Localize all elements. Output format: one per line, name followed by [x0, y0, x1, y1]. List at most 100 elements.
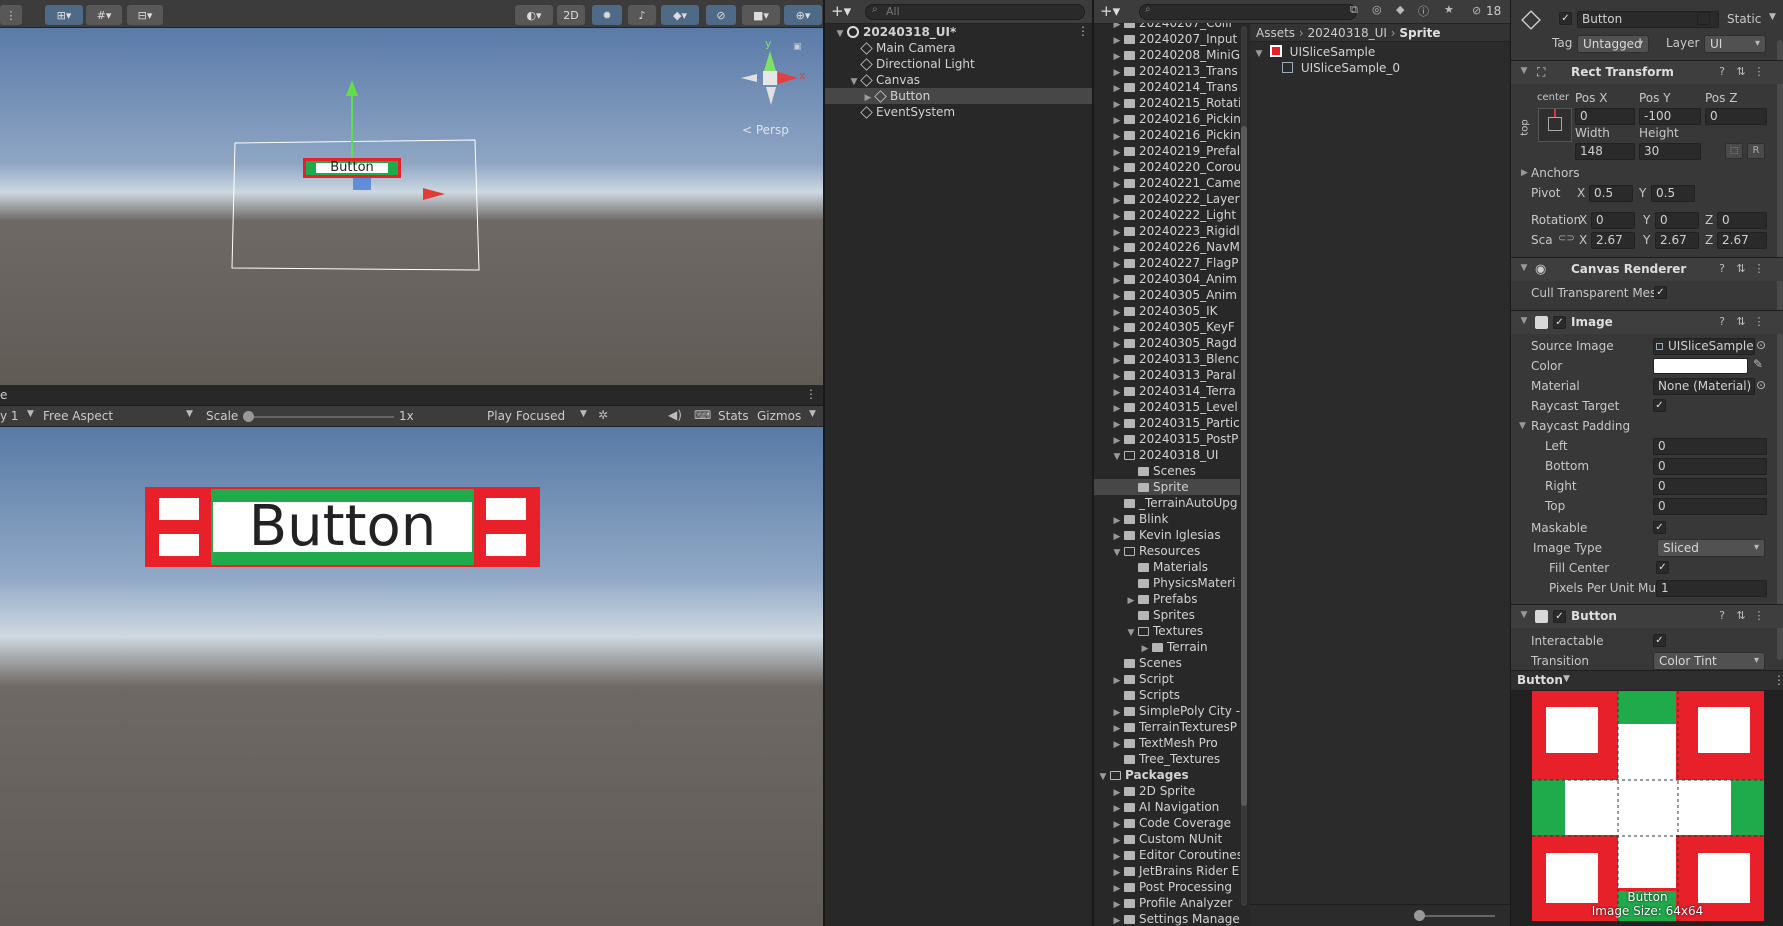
preview-title-dropdown[interactable]: Button: [1517, 673, 1563, 687]
fold-arrow-icon[interactable]: ▶: [1112, 225, 1122, 239]
help-icon[interactable]: ?: [1716, 610, 1728, 622]
interactable-checkbox[interactable]: ✓: [1653, 634, 1666, 647]
button-enabled-checkbox[interactable]: ✓: [1553, 610, 1566, 623]
rotation-x-field[interactable]: 0: [1591, 212, 1635, 229]
fold-arrow-icon[interactable]: ▶: [1112, 33, 1122, 47]
rotation-z-field[interactable]: 0: [1717, 212, 1767, 229]
scale-y-field[interactable]: 2.67: [1655, 232, 1699, 249]
fold-arrow-icon[interactable]: ▶: [1112, 193, 1122, 207]
fold-arrow-icon[interactable]: ▶: [1112, 321, 1122, 335]
project-folder-item[interactable]: ▶ 20240215_Rotati: [1094, 95, 1240, 111]
gizmos-arrow-icon[interactable]: ▼: [809, 409, 816, 419]
fold-arrow-icon[interactable]: ▶: [1112, 65, 1122, 79]
fold-arrow-icon[interactable]: ▶: [1112, 913, 1122, 926]
filter-label-icon[interactable]: ◆: [1396, 3, 1404, 16]
hierarchy-add-icon[interactable]: +▾: [831, 2, 851, 20]
fold-arrow-icon[interactable]: ▶: [1112, 353, 1122, 367]
fold-arrow-icon[interactable]: ▶: [1112, 401, 1122, 415]
padding-top-field[interactable]: 0: [1653, 498, 1767, 515]
fold-arrow-icon[interactable]: ▶: [1112, 129, 1122, 143]
project-folder-item[interactable]: ▶ Script: [1094, 671, 1240, 687]
component-menu-icon[interactable]: ⋮: [1753, 316, 1765, 328]
fold-arrow-icon[interactable]: ▼: [1519, 66, 1529, 76]
project-folder-item[interactable]: ▶ 20240216_Pickin: [1094, 127, 1240, 143]
project-folder-item[interactable]: Tree_Textures: [1094, 751, 1240, 767]
fold-arrow-icon[interactable]: ▶: [1112, 385, 1122, 399]
project-folder-item[interactable]: ▶ 20240304_Anim: [1094, 271, 1240, 287]
fold-arrow-icon[interactable]: ▼: [1519, 316, 1529, 326]
project-folder-item[interactable]: Scenes: [1094, 463, 1240, 479]
project-folder-item[interactable]: Scenes: [1094, 655, 1240, 671]
pixels-per-unit-field[interactable]: 1: [1656, 580, 1767, 597]
play-focused-arrow-icon[interactable]: ▼: [580, 409, 587, 419]
anchors-fold-icon[interactable]: ▶: [1521, 168, 1528, 178]
search-window-icon[interactable]: ⧉: [1350, 3, 1358, 17]
project-folder-item[interactable]: ▶ Code Coverage: [1094, 815, 1240, 831]
blueprint-mode-icon[interactable]: ⬚: [1725, 143, 1743, 159]
fold-arrow-icon[interactable]: ▶: [1112, 369, 1122, 383]
project-add-icon[interactable]: +▾: [1100, 2, 1120, 20]
image-type-dropdown[interactable]: Sliced: [1657, 539, 1765, 557]
padding-bottom-field[interactable]: 0: [1653, 458, 1767, 475]
fold-arrow-icon[interactable]: ▶: [1112, 433, 1122, 447]
fold-arrow-icon[interactable]: ▶: [1112, 337, 1122, 351]
pivot-x-field[interactable]: 0.5: [1589, 185, 1633, 202]
pos-z-field[interactable]: 0: [1705, 108, 1767, 125]
project-folder-item[interactable]: ▶ 20240305_Anim: [1094, 287, 1240, 303]
hierarchy-item[interactable]: ▼ Canvas: [825, 72, 1092, 88]
project-folder-item[interactable]: ▶ 20240313_Blenc: [1094, 351, 1240, 367]
fold-arrow-icon[interactable]: ▶: [1112, 145, 1122, 159]
project-folder-item[interactable]: ▼ Packages: [1094, 767, 1240, 783]
scene-viewport[interactable]: Button y x ▣ < Persp: [0, 28, 823, 385]
fold-arrow-icon[interactable]: ▼: [1112, 449, 1122, 463]
source-image-field[interactable]: UISliceSample: [1653, 338, 1755, 355]
shading-mode-button[interactable]: ◐▾: [515, 5, 553, 25]
fold-arrow-icon[interactable]: ▶: [1112, 513, 1122, 527]
fold-arrow-icon[interactable]: ▼: [1254, 46, 1264, 60]
maskable-checkbox[interactable]: ✓: [1653, 521, 1666, 534]
fold-arrow-icon[interactable]: ▶: [1112, 81, 1122, 95]
project-folder-item[interactable]: ▶ 20240223_Rigidl: [1094, 223, 1240, 239]
scale-slider-track[interactable]: [247, 416, 394, 418]
scene-button-sprite[interactable]: Button: [303, 158, 401, 178]
project-folder-item[interactable]: ▶ 20240208_MiniG: [1094, 47, 1240, 63]
hierarchy-item[interactable]: ▶ Button: [825, 88, 1092, 104]
project-folder-item[interactable]: ▶ 2D Sprite: [1094, 783, 1240, 799]
fold-arrow-icon[interactable]: ▼: [1519, 263, 1529, 273]
gizmos-toggle-icon[interactable]: ⊕▾: [784, 5, 822, 25]
mode-2d-button[interactable]: 2D: [557, 5, 585, 25]
fold-arrow-icon[interactable]: ▼: [835, 26, 845, 40]
project-folder-item[interactable]: _TerrainAutoUpg: [1094, 495, 1240, 511]
width-field[interactable]: 148: [1575, 143, 1635, 160]
project-folder-item[interactable]: ▶ Terrain: [1094, 639, 1240, 655]
fold-arrow-icon[interactable]: ▶: [1112, 897, 1122, 911]
image-component-header[interactable]: ▼ ✓ Image ? ⇅ ⋮: [1511, 310, 1783, 334]
fold-arrow-icon[interactable]: ▶: [1112, 785, 1122, 799]
fold-arrow-icon[interactable]: ▶: [1112, 529, 1122, 543]
project-folder-item[interactable]: ▶ Prefabs: [1094, 591, 1240, 607]
display-dropdown-arrow-icon[interactable]: ▼: [27, 409, 34, 419]
breadcrumb-folder[interactable]: 20240318_UI: [1308, 26, 1387, 40]
asset-item[interactable]: ▼ UISliceSample: [1250, 44, 1511, 60]
fold-arrow-icon[interactable]: ▶: [863, 90, 873, 104]
anchors-label[interactable]: Anchors: [1531, 166, 1580, 180]
game-tab[interactable]: e: [0, 388, 7, 402]
hidden-objects-icon[interactable]: ⊘: [706, 5, 736, 25]
raycast-target-checkbox[interactable]: ✓: [1653, 399, 1666, 412]
component-menu-icon[interactable]: ⋮: [1753, 610, 1765, 622]
project-folder-item[interactable]: ▶ 20240219_Prefal: [1094, 143, 1240, 159]
fold-arrow-icon[interactable]: ▶: [1112, 817, 1122, 831]
project-folder-item[interactable]: ▶ 20240315_PostP: [1094, 431, 1240, 447]
preset-icon[interactable]: ⇅: [1735, 263, 1747, 275]
project-folder-item[interactable]: ▶ 20240222_Light: [1094, 207, 1240, 223]
material-field[interactable]: None (Material): [1653, 378, 1755, 395]
game-button-sprite[interactable]: Button: [145, 487, 540, 567]
project-folder-item[interactable]: ▼ Textures: [1094, 623, 1240, 639]
project-folder-item[interactable]: ▶ 20240220_Corou: [1094, 159, 1240, 175]
height-field[interactable]: 30: [1639, 143, 1701, 160]
fold-arrow-icon[interactable]: ▶: [1112, 305, 1122, 319]
fold-arrow-icon[interactable]: ▼: [1519, 610, 1529, 620]
filter-type-icon[interactable]: ◎: [1372, 3, 1382, 16]
project-folder-item[interactable]: ▶ Profile Analyzer: [1094, 895, 1240, 911]
fold-arrow-icon[interactable]: ▶: [1112, 177, 1122, 191]
